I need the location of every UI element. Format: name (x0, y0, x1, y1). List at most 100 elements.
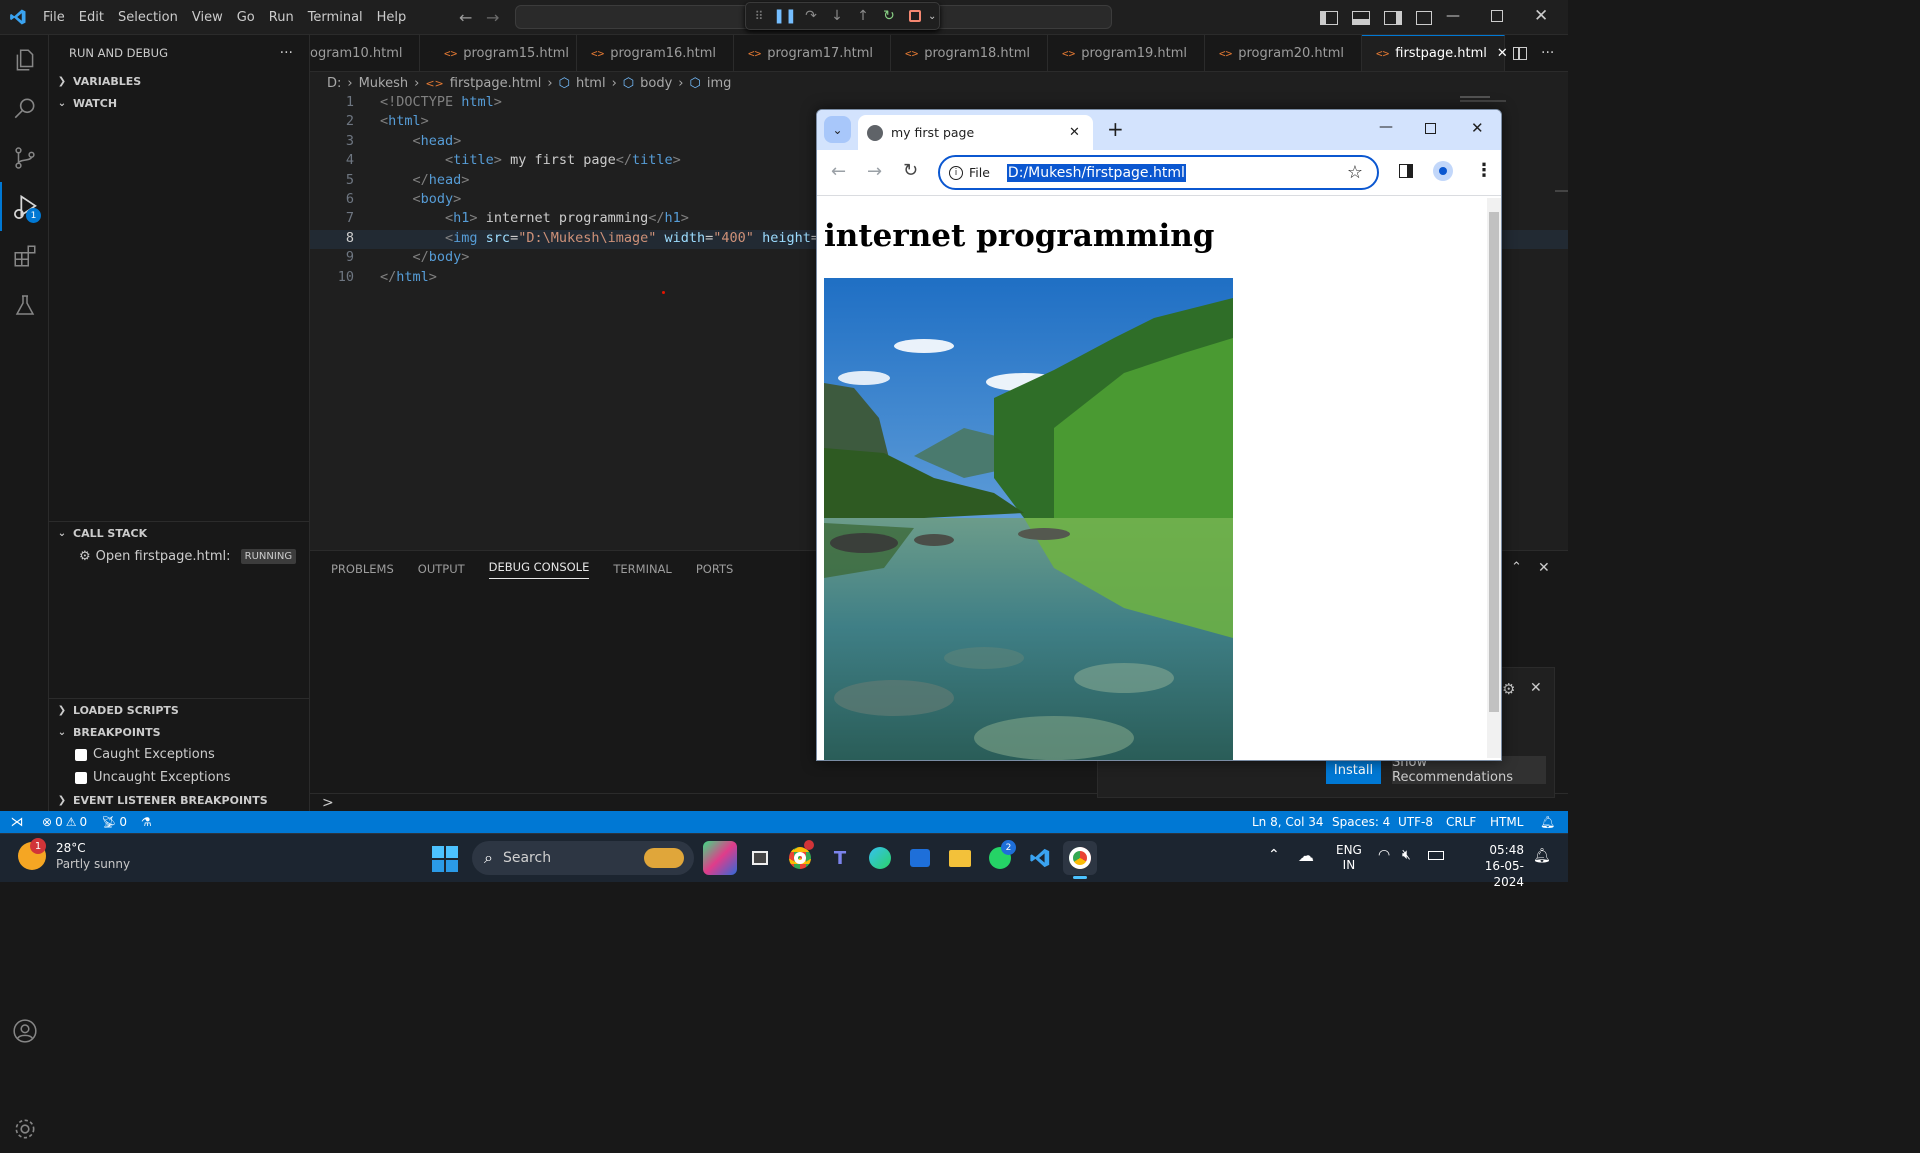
reload-icon[interactable]: ↻ (903, 160, 918, 181)
tab-program16[interactable]: <> program16.html (577, 35, 734, 71)
step-out-icon[interactable]: ↑ (850, 3, 876, 29)
minimap[interactable] (1460, 94, 1516, 108)
onedrive-cloud-icon[interactable]: ☁ (1298, 846, 1314, 865)
file-explorer-icon[interactable] (943, 841, 977, 875)
step-into-icon[interactable]: ↓ (824, 3, 850, 29)
testing-icon[interactable] (0, 280, 49, 329)
close-tab-icon[interactable]: ✕ (1497, 46, 1508, 61)
taskbar-search[interactable]: ⌕ Search (472, 841, 694, 875)
minimize-icon[interactable]: — (1446, 8, 1460, 24)
tab-program19[interactable]: <> program19.html (1048, 35, 1205, 71)
toggle-sidebar-icon[interactable] (1320, 10, 1338, 25)
close-icon[interactable]: ✕ (1530, 680, 1542, 696)
profile-avatar-icon[interactable] (1433, 161, 1453, 181)
vertical-scrollbar[interactable] (1487, 198, 1501, 758)
windows-start-icon[interactable] (432, 846, 458, 872)
chevron-up-icon[interactable]: ⌃ (1268, 847, 1280, 863)
menu-view[interactable]: View (185, 0, 230, 35)
menu-terminal[interactable]: Terminal (301, 0, 370, 35)
gear-icon[interactable]: ⚙ (1502, 680, 1515, 698)
tab-program10[interactable]: ogram10.html (310, 35, 420, 71)
breadcrumb-folder[interactable]: Mukesh (359, 76, 409, 91)
info-icon[interactable]: i (949, 165, 963, 180)
clock[interactable]: 05:48 16-05-2024 (1460, 842, 1524, 890)
tab-debug-console[interactable]: DEBUG CONSOLE (477, 551, 602, 587)
new-tab-icon[interactable]: + (1107, 117, 1124, 141)
language-mode[interactable]: HTML (1490, 815, 1523, 829)
notification-bell-icon[interactable]: 🔔︎ (1533, 848, 1551, 864)
chrome-active-icon[interactable] (1063, 841, 1097, 879)
tab-search-icon[interactable]: ⌄ (824, 116, 851, 143)
step-over-icon[interactable]: ↷ (798, 3, 824, 29)
notifications-bell-icon[interactable]: 🔔︎ (1540, 815, 1555, 829)
minimize-icon[interactable]: — (1379, 119, 1393, 135)
breadcrumb-img[interactable]: img (707, 76, 732, 91)
weather-widget[interactable]: 1 28°C Partly sunny (18, 838, 130, 872)
tab-program15[interactable]: <> program15.html (420, 35, 577, 71)
breadcrumb-html[interactable]: html (576, 76, 606, 91)
speaker-muted-icon[interactable]: 🔇︎ (1402, 847, 1411, 863)
menu-file[interactable]: File (36, 0, 72, 35)
split-editor-icon[interactable] (1513, 46, 1527, 60)
event-listener-section[interactable]: ❯ EVENT LISTENER BREAKPOINTS (49, 789, 309, 811)
maximize-icon[interactable] (1425, 123, 1436, 134)
accounts-icon[interactable] (0, 1006, 49, 1055)
extensions-icon[interactable] (0, 231, 49, 280)
tab-problems[interactable]: PROBLEMS (319, 551, 406, 587)
kebab-menu-icon[interactable]: ⋮ (1475, 160, 1493, 181)
teams-icon[interactable]: T (823, 841, 857, 875)
run-debug-icon[interactable]: 1 (0, 182, 49, 231)
forward-arrow-icon[interactable]: → (867, 161, 882, 182)
cursor-position[interactable]: Ln 8, Col 34 (1252, 815, 1324, 829)
explorer-icon[interactable] (0, 35, 49, 84)
tab-terminal[interactable]: TERMINAL (601, 551, 683, 587)
more-actions-icon[interactable]: ··· (280, 45, 293, 61)
tab-program20[interactable]: <> program20.html (1205, 35, 1362, 71)
close-tab-icon[interactable]: ✕ (1069, 125, 1080, 140)
address-bar[interactable]: i File D:/Mukesh/firstpage.html ☆ (938, 155, 1379, 190)
copilot-icon[interactable] (703, 841, 737, 875)
toggle-panel-icon[interactable] (1352, 10, 1370, 25)
edge-icon[interactable] (863, 841, 897, 875)
tab-firstpage[interactable]: <> firstpage.html ✕ (1362, 35, 1508, 71)
breakpoints-section[interactable]: ⌄ BREAKPOINTS (49, 721, 309, 743)
bookmark-star-icon[interactable]: ☆ (1347, 162, 1363, 183)
chrome-icon[interactable] (783, 840, 817, 875)
tab-output[interactable]: OUTPUT (406, 551, 477, 587)
breadcrumb-body[interactable]: body (640, 76, 672, 91)
remote-icon[interactable]: ⋊ (0, 815, 34, 830)
caught-exceptions-checkbox[interactable] (75, 748, 87, 761)
menu-selection[interactable]: Selection (111, 0, 185, 35)
forward-arrow-icon[interactable]: → (486, 8, 499, 27)
customize-layout-icon[interactable] (1416, 10, 1432, 25)
scrollbar-thumb[interactable] (1555, 190, 1568, 192)
pause-icon[interactable]: ❚❚ (772, 3, 798, 29)
side-panel-icon[interactable] (1399, 164, 1413, 178)
tab-program18[interactable]: <> program18.html (891, 35, 1048, 71)
menu-help[interactable]: Help (370, 0, 414, 35)
encoding[interactable]: UTF-8 (1398, 815, 1433, 829)
vscode-taskbar-icon[interactable] (1023, 841, 1057, 875)
call-stack-section[interactable]: ⌄ CALL STACK (49, 522, 309, 544)
back-arrow-icon[interactable]: ← (831, 161, 846, 182)
store-icon[interactable] (903, 841, 937, 875)
menu-go[interactable]: Go (230, 0, 262, 35)
manage-gear-icon[interactable] (0, 1104, 49, 1153)
chrome-tab[interactable]: my first page ✕ (858, 115, 1093, 150)
task-view-icon[interactable] (743, 841, 777, 875)
language-indicator[interactable]: ENG IN (1336, 843, 1362, 873)
restart-icon[interactable]: ↻ (876, 3, 902, 29)
url-text[interactable]: D:/Mukesh/firstpage.html (1006, 163, 1186, 182)
toggle-secondary-sidebar-icon[interactable] (1384, 10, 1402, 25)
uncaught-exceptions-checkbox[interactable] (75, 771, 87, 784)
close-window-icon[interactable]: ✕ (1471, 119, 1484, 137)
search-icon[interactable] (0, 84, 49, 133)
chevron-down-icon[interactable]: ⌄ (928, 11, 936, 22)
debug-status-icon[interactable]: ⚗ (141, 815, 152, 829)
close-panel-icon[interactable]: ✕ (1538, 560, 1550, 576)
more-actions-icon[interactable]: ··· (1541, 45, 1554, 61)
watch-section[interactable]: ⌄ WATCH (49, 92, 309, 114)
end-of-line[interactable]: CRLF (1446, 815, 1476, 829)
problems-status[interactable]: ⊗ 0 ⚠ 0 (42, 815, 87, 829)
tab-program17[interactable]: <> program17.html (734, 35, 891, 71)
